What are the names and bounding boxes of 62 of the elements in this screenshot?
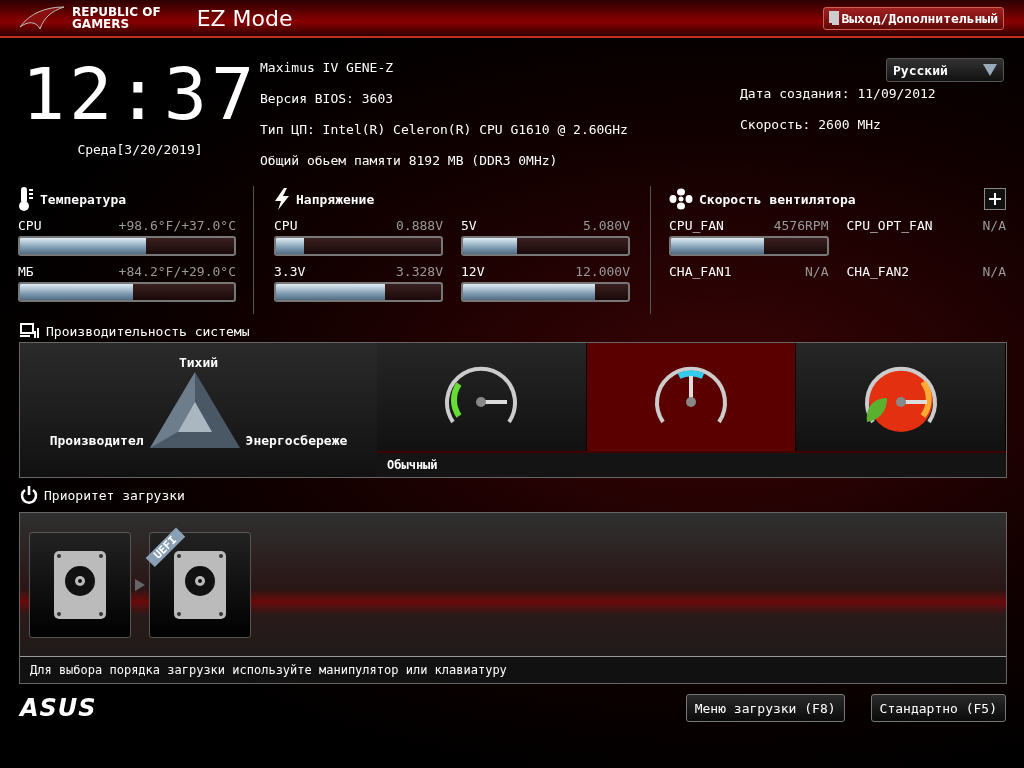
- sensor-label: 3.3V: [274, 264, 306, 279]
- add-button[interactable]: [984, 188, 1006, 210]
- monitor-icon: [20, 323, 40, 339]
- clock-time: 12:37: [21, 51, 259, 138]
- fan-label: CPU_OPT_FAN: [846, 218, 933, 233]
- section-title: Напряжение: [296, 191, 375, 207]
- mode-label: Производител: [49, 433, 144, 448]
- performance-mode-tile[interactable]: [586, 343, 797, 451]
- mode-title: EZ Mode: [196, 5, 293, 31]
- section-title: Приоритет загрузки: [44, 487, 185, 503]
- logo-text: REPUBLIC OF: [72, 6, 161, 18]
- sensor-reading: 3.328V: [396, 264, 443, 279]
- thermometer-icon: [18, 187, 34, 211]
- hard-drive-icon: [54, 551, 106, 619]
- section-title: Температура: [40, 191, 127, 207]
- footer-button[interactable]: Меню загрузки (F8): [685, 694, 845, 722]
- language-dropdown[interactable]: Русский: [886, 58, 1004, 82]
- brand-logo-text: ASUS: [20, 694, 97, 722]
- mode-label: Тихий: [178, 355, 219, 370]
- door-icon: [829, 11, 840, 25]
- selected-mode-text: Обычный: [377, 451, 1006, 477]
- triangle-icon: [149, 372, 240, 448]
- sensor-reading: +84.2°F/+29.0°C: [118, 264, 236, 279]
- caret-icon: [983, 64, 997, 76]
- system-info-text: Дата создания: 11/09/2012: [740, 85, 937, 103]
- fan-reading: 4576RPM: [773, 218, 829, 233]
- sensor-label: CPU: [18, 218, 42, 233]
- sensor-label: CPU: [274, 218, 298, 233]
- fan-reading: N/A: [805, 264, 829, 279]
- boot-device-button[interactable]: [29, 532, 131, 638]
- system-info-text: Maximus IV GENE-Z: [260, 59, 395, 77]
- mode-label: Энергосбереже: [245, 433, 348, 448]
- sensor-reading: 12.000V: [575, 264, 630, 279]
- lightning-icon: [274, 188, 290, 210]
- sensor-reading: 5.080V: [583, 218, 630, 233]
- fan-reading: N/A: [982, 218, 1006, 233]
- plus-icon: [989, 193, 1001, 205]
- fan-reading: N/A: [982, 264, 1006, 279]
- exit-button[interactable]: Выход/Дополнительный: [823, 6, 1004, 30]
- section-title: Производительность системы: [46, 323, 250, 339]
- fan-icon: [669, 188, 693, 210]
- arrow-icon: [135, 579, 145, 591]
- footer-button[interactable]: Стандартно (F5): [870, 694, 1006, 722]
- clock-date: Среда[3/20/2019]: [77, 142, 203, 157]
- system-info-text: Версия BIOS: 3603: [260, 90, 395, 108]
- fan-label: CHA_FAN1: [669, 264, 732, 279]
- power-icon: [20, 486, 38, 504]
- system-info-text: Общий обьем памяти 8192 MB (DDR3 0MHz): [260, 152, 559, 170]
- sensor-reading: 0.888V: [396, 218, 443, 233]
- sensor-label: МБ: [18, 264, 34, 279]
- sensor-label: 5V: [461, 218, 477, 233]
- section-title: Скорость вентилятора: [699, 191, 856, 207]
- system-info-text: Тип ЦП: Intel(R) Celeron(R) CPU G1610 @ 2.60GHz: [260, 121, 629, 139]
- fan-label: CHA_FAN2: [846, 264, 910, 279]
- performance-mode-tile[interactable]: [377, 343, 587, 451]
- performance-mode-tile[interactable]: [796, 343, 1006, 451]
- sensor-label: 12V: [461, 264, 485, 279]
- sensor-reading: +98.6°F/+37.0°C: [118, 218, 236, 233]
- boot-hint-text: Для выбора порядка загрузки используйте манипулятор или клавиатуру: [20, 656, 1006, 683]
- logo-text: GAMERS: [72, 18, 131, 30]
- fan-label: CPU_FAN: [669, 218, 724, 233]
- system-info-text: Скорость: 2600 MHz: [740, 116, 882, 134]
